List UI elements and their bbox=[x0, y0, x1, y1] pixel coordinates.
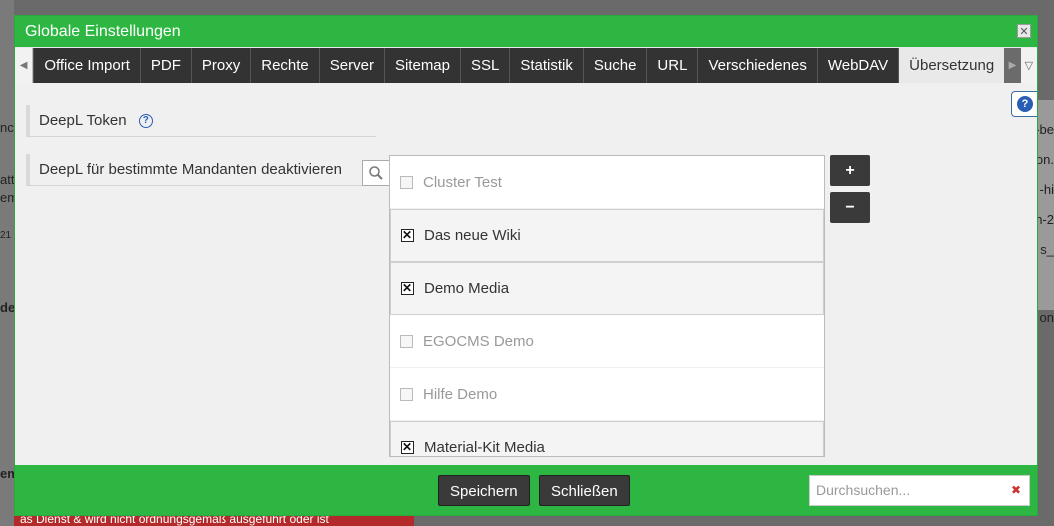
list-item[interactable]: Material-Kit Media bbox=[390, 421, 824, 456]
clear-icon[interactable]: ✖ bbox=[1011, 476, 1021, 505]
save-button[interactable]: Speichern bbox=[438, 475, 530, 506]
checkbox[interactable] bbox=[401, 440, 414, 454]
background-fragment: att bbox=[0, 172, 15, 187]
tab-statistik[interactable]: Statistik bbox=[509, 48, 583, 83]
remove-button[interactable]: − bbox=[830, 192, 870, 223]
settings-dialog: Globale Einstellungen ✕ ◀ Office Import … bbox=[14, 15, 1038, 516]
client-name: Hilfe Demo bbox=[423, 385, 498, 403]
close-button[interactable]: Schließen bbox=[539, 475, 630, 506]
background-fragment: s_ bbox=[1040, 242, 1054, 257]
tab-verschiedenes[interactable]: Verschiedenes bbox=[697, 48, 816, 83]
list-item[interactable]: Hilfe Demo bbox=[390, 368, 824, 421]
dialog-title: Globale Einstellungen bbox=[25, 23, 181, 40]
tab-sitemap[interactable]: Sitemap bbox=[383, 48, 460, 83]
chevron-down-icon[interactable]: ▽ bbox=[1020, 48, 1037, 83]
checkbox[interactable] bbox=[401, 228, 414, 242]
help-icon[interactable]: ? bbox=[1011, 91, 1037, 117]
tab-server[interactable]: Server bbox=[318, 48, 384, 83]
tab-bar: ◀ Office Import PDF Proxy Rechte Server … bbox=[15, 48, 1037, 83]
tab-content: ? DeepL Token ? DeepL für bestimmte Mand… bbox=[15, 83, 1037, 465]
client-name: Cluster Test bbox=[423, 173, 502, 191]
checkbox[interactable] bbox=[400, 175, 413, 189]
background-fragment: 21 bbox=[0, 230, 12, 241]
search-placeholder: Durchsuchen... bbox=[816, 482, 911, 498]
dialog-footer: Speichern Schließen Durchsuchen... ✖ bbox=[15, 465, 1037, 515]
background-error-bar: as Dienst & wird nicht ordnungsgemäß aus… bbox=[14, 512, 414, 526]
background-fragment: n-2 bbox=[1035, 212, 1054, 227]
tab-ssl[interactable]: SSL bbox=[460, 48, 509, 83]
tab-proxy[interactable]: Proxy bbox=[190, 48, 250, 83]
background-left-strip bbox=[0, 0, 14, 526]
search-input[interactable]: Durchsuchen... ✖ bbox=[809, 475, 1030, 506]
dialog-titlebar[interactable]: Globale Einstellungen ✕ bbox=[15, 16, 1037, 47]
background-fragment: on bbox=[1039, 310, 1054, 325]
list-item[interactable]: EGOCMS Demo bbox=[390, 315, 824, 368]
checkbox[interactable] bbox=[400, 387, 413, 401]
list-item[interactable]: Das neue Wiki bbox=[390, 209, 824, 262]
deactivate-label-row: DeepL für bestimmte Mandanten deaktivier… bbox=[26, 154, 362, 186]
token-label-row: DeepL Token ? bbox=[26, 105, 376, 137]
magnifier-icon[interactable] bbox=[362, 160, 390, 186]
tab-office-import[interactable]: Office Import bbox=[33, 48, 140, 83]
help-icon[interactable]: ? bbox=[138, 114, 153, 128]
client-name: Demo Media bbox=[424, 280, 510, 297]
client-list[interactable]: Cluster Test Das neue Wiki Demo Media EG… bbox=[389, 155, 825, 457]
checkbox[interactable] bbox=[401, 281, 414, 295]
checkbox[interactable] bbox=[400, 334, 413, 348]
triangle-right-icon[interactable]: ▶ bbox=[1004, 48, 1021, 83]
tab-pdf[interactable]: PDF bbox=[139, 48, 191, 83]
background-fragment: on. bbox=[1035, 152, 1054, 167]
client-name: Das neue Wiki bbox=[424, 227, 521, 244]
help-glyph: ? bbox=[1017, 96, 1033, 112]
tab-webdav[interactable]: WebDAV bbox=[816, 48, 898, 83]
background-fragment: -hi bbox=[1039, 182, 1054, 197]
triangle-left-icon[interactable]: ◀ bbox=[15, 48, 34, 83]
tab-url[interactable]: URL bbox=[646, 48, 697, 83]
deactivate-label: DeepL für bestimmte Mandanten deaktivier… bbox=[39, 161, 342, 178]
close-icon[interactable]: ✕ bbox=[1017, 24, 1031, 38]
add-button[interactable]: + bbox=[830, 155, 870, 186]
tab-suche[interactable]: Suche bbox=[582, 48, 647, 83]
client-name: EGOCMS Demo bbox=[423, 332, 534, 350]
token-label: DeepL Token bbox=[39, 112, 127, 129]
background-fragment: de bbox=[0, 300, 16, 315]
background-fragment: -be bbox=[1035, 122, 1054, 137]
list-item[interactable]: Demo Media bbox=[390, 262, 824, 315]
tab-uebersetzung[interactable]: Übersetzung bbox=[898, 48, 1005, 83]
client-name: Material-Kit Media bbox=[424, 439, 545, 456]
list-item[interactable]: Cluster Test bbox=[390, 156, 824, 209]
tab-rechte[interactable]: Rechte bbox=[250, 48, 319, 83]
